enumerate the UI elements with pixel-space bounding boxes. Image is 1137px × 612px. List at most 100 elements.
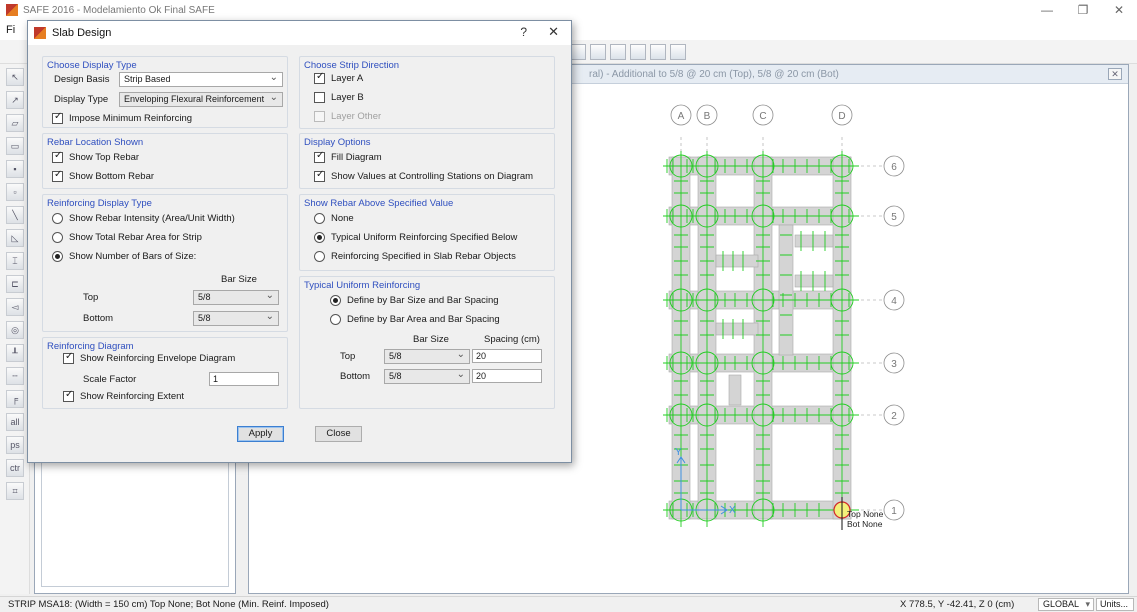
reinforcing-extent-checkbox[interactable] — [63, 389, 74, 402]
rebar-above-title: Show Rebar Above Specified Value — [304, 198, 454, 209]
define-by-area-row[interactable]: Define by Bar Area and Bar Spacing — [330, 314, 500, 325]
layer-b-label: Layer B — [331, 92, 364, 103]
layer-a-row[interactable]: Layer A — [314, 71, 363, 84]
menu-file[interactable]: Fi — [6, 24, 15, 36]
rebar-above-none-radio[interactable] — [314, 213, 325, 224]
draw-design-strip-icon[interactable]: ◅ — [6, 298, 24, 316]
reinforcing-extent-label: Show Reinforcing Extent — [80, 391, 185, 402]
layer-b-checkbox[interactable] — [314, 92, 325, 103]
grid-tool-icon[interactable]: ⌗ — [6, 482, 24, 500]
units-button[interactable]: Units... — [1096, 598, 1134, 611]
coordinate-system-select[interactable]: GLOBAL — [1038, 598, 1094, 611]
show-values-row[interactable]: Show Values at Controlling Stations on D… — [314, 169, 533, 182]
rebar-location-group: Rebar Location Shown Show Top Rebar Show… — [42, 133, 288, 189]
display-options-title: Display Options — [304, 137, 371, 148]
strip-annotation-bot: Bot None — [847, 519, 883, 529]
impose-min-checkbox[interactable] — [52, 111, 63, 124]
draw-slab-icon[interactable]: ▭ — [6, 137, 24, 155]
reinforcing-extent-row[interactable]: Show Reinforcing Extent — [63, 389, 185, 402]
typical-bottom-label: Bottom — [340, 371, 371, 382]
rebar-intensity-row[interactable]: Show Rebar Intensity (Area/Unit Width) — [52, 213, 235, 224]
draw-tendon-icon[interactable]: ⌶ — [6, 252, 24, 270]
bottom-bar-size-select[interactable]: 5/8 — [193, 311, 279, 326]
define-by-area-radio[interactable] — [330, 314, 341, 325]
scale-factor-input[interactable]: 1 — [209, 372, 279, 386]
show-top-rebar-label: Show Top Rebar — [69, 152, 140, 163]
apply-button[interactable]: Apply — [237, 426, 284, 442]
total-rebar-area-row[interactable]: Show Total Rebar Area for Strip — [52, 232, 202, 243]
draw-strip-icon[interactable]: ⊏ — [6, 275, 24, 293]
fill-diagram-row[interactable]: Fill Diagram — [314, 150, 382, 163]
toolbar-zoom-window-icon[interactable] — [630, 44, 646, 60]
select-previous-icon[interactable]: ps — [6, 436, 24, 454]
layer-a-checkbox[interactable] — [314, 71, 325, 84]
restore-icon[interactable]: ❐ — [1065, 0, 1101, 20]
toolbar-shade-icon[interactable] — [610, 44, 626, 60]
status-message: STRIP MSA18: (Width = 150 cm) Top None; … — [8, 599, 329, 610]
toolbar-table-icon[interactable] — [670, 44, 686, 60]
design-basis-select[interactable]: Strip Based — [119, 72, 283, 87]
help-icon[interactable]: ? — [520, 25, 527, 39]
number-of-bars-row[interactable]: Show Number of Bars of Size: — [52, 251, 196, 262]
pointer-tool-icon[interactable]: ↖ — [6, 68, 24, 86]
safe-logo-icon — [6, 4, 18, 16]
toolbar-chart-icon[interactable] — [650, 44, 666, 60]
dialog-logo-icon — [34, 27, 46, 39]
rebar-above-slab-objects-row[interactable]: Reinforcing Specified in Slab Rebar Obje… — [314, 251, 516, 262]
layer-b-row[interactable]: Layer B — [314, 92, 364, 103]
close-window-icon[interactable]: ✕ — [1101, 0, 1137, 20]
rebar-above-slab-objects-radio[interactable] — [314, 251, 325, 262]
rebar-above-typical-row[interactable]: Typical Uniform Reinforcing Specified Be… — [314, 232, 517, 243]
envelope-diagram-checkbox[interactable] — [63, 351, 74, 364]
reshape-tool-icon[interactable]: ↗ — [6, 91, 24, 109]
dialog-close-icon[interactable]: ✕ — [548, 24, 559, 40]
plan-view-close-icon[interactable]: ✕ — [1108, 68, 1122, 80]
rebar-above-group: Show Rebar Above Specified Value None Ty… — [299, 194, 555, 271]
total-rebar-area-radio[interactable] — [52, 232, 63, 243]
typical-bottom-size-select[interactable]: 5/8 — [384, 369, 470, 384]
snap-point-icon[interactable]: ◎ — [6, 321, 24, 339]
typical-top-spacing-input[interactable]: 20 — [472, 349, 542, 363]
show-bottom-rebar-label: Show Bottom Rebar — [69, 171, 155, 182]
select-all-icon[interactable]: all — [6, 413, 24, 431]
grid-label-a: A — [678, 111, 685, 122]
toolbar-select-icon[interactable] — [570, 44, 586, 60]
typical-bottom-spacing-input[interactable]: 20 — [472, 369, 542, 383]
top-bar-size-select[interactable]: 5/8 — [193, 290, 279, 305]
define-by-size-radio[interactable] — [330, 295, 341, 306]
reinforcing-display-group: Reinforcing Display Type Show Rebar Inte… — [42, 194, 288, 332]
dimension-icon[interactable]: ┸ — [6, 344, 24, 362]
impose-min-row[interactable]: Impose Minimum Reinforcing — [52, 111, 192, 124]
display-type-select[interactable]: Enveloping Flexural Reinforcement — [119, 92, 283, 107]
close-button[interactable]: Close — [315, 426, 362, 442]
ruler-icon[interactable]: ╌ — [6, 367, 24, 385]
show-values-checkbox[interactable] — [314, 169, 325, 182]
show-top-rebar-checkbox[interactable] — [52, 150, 63, 163]
minimize-icon[interactable]: — — [1029, 0, 1065, 20]
bottom-bar-size-label: Bottom — [83, 313, 114, 324]
draw-line-icon[interactable]: ╲ — [6, 206, 24, 224]
typical-top-size-select[interactable]: 5/8 — [384, 349, 470, 364]
draw-column-icon[interactable]: ▪ — [6, 160, 24, 178]
rebar-above-typical-radio[interactable] — [314, 232, 325, 243]
envelope-diagram-row[interactable]: Show Reinforcing Envelope Diagram — [63, 351, 235, 364]
rebar-intensity-radio[interactable] — [52, 213, 63, 224]
axis-y-label: Y — [675, 447, 682, 458]
number-of-bars-radio[interactable] — [52, 251, 63, 262]
clear-selection-icon[interactable]: ctr — [6, 459, 24, 477]
show-top-rebar-row[interactable]: Show Top Rebar — [52, 150, 140, 163]
toolbar-eraser-icon[interactable] — [590, 44, 606, 60]
window-controls: — ❐ ✕ — [1029, 0, 1137, 20]
grid-label-3: 3 — [891, 359, 897, 370]
rebar-location-title: Rebar Location Shown — [47, 137, 144, 148]
draw-beam-icon[interactable]: ◺ — [6, 229, 24, 247]
fill-diagram-checkbox[interactable] — [314, 150, 325, 163]
show-bottom-rebar-row[interactable]: Show Bottom Rebar — [52, 169, 155, 182]
restrain-icon[interactable]: ╒ — [6, 390, 24, 408]
grid-label-4: 4 — [891, 296, 897, 307]
draw-wall-icon[interactable]: ▫ — [6, 183, 24, 201]
rebar-above-none-row[interactable]: None — [314, 213, 354, 224]
define-by-size-row[interactable]: Define by Bar Size and Bar Spacing — [330, 295, 499, 306]
show-bottom-rebar-checkbox[interactable] — [52, 169, 63, 182]
draw-area-icon[interactable]: ▱ — [6, 114, 24, 132]
